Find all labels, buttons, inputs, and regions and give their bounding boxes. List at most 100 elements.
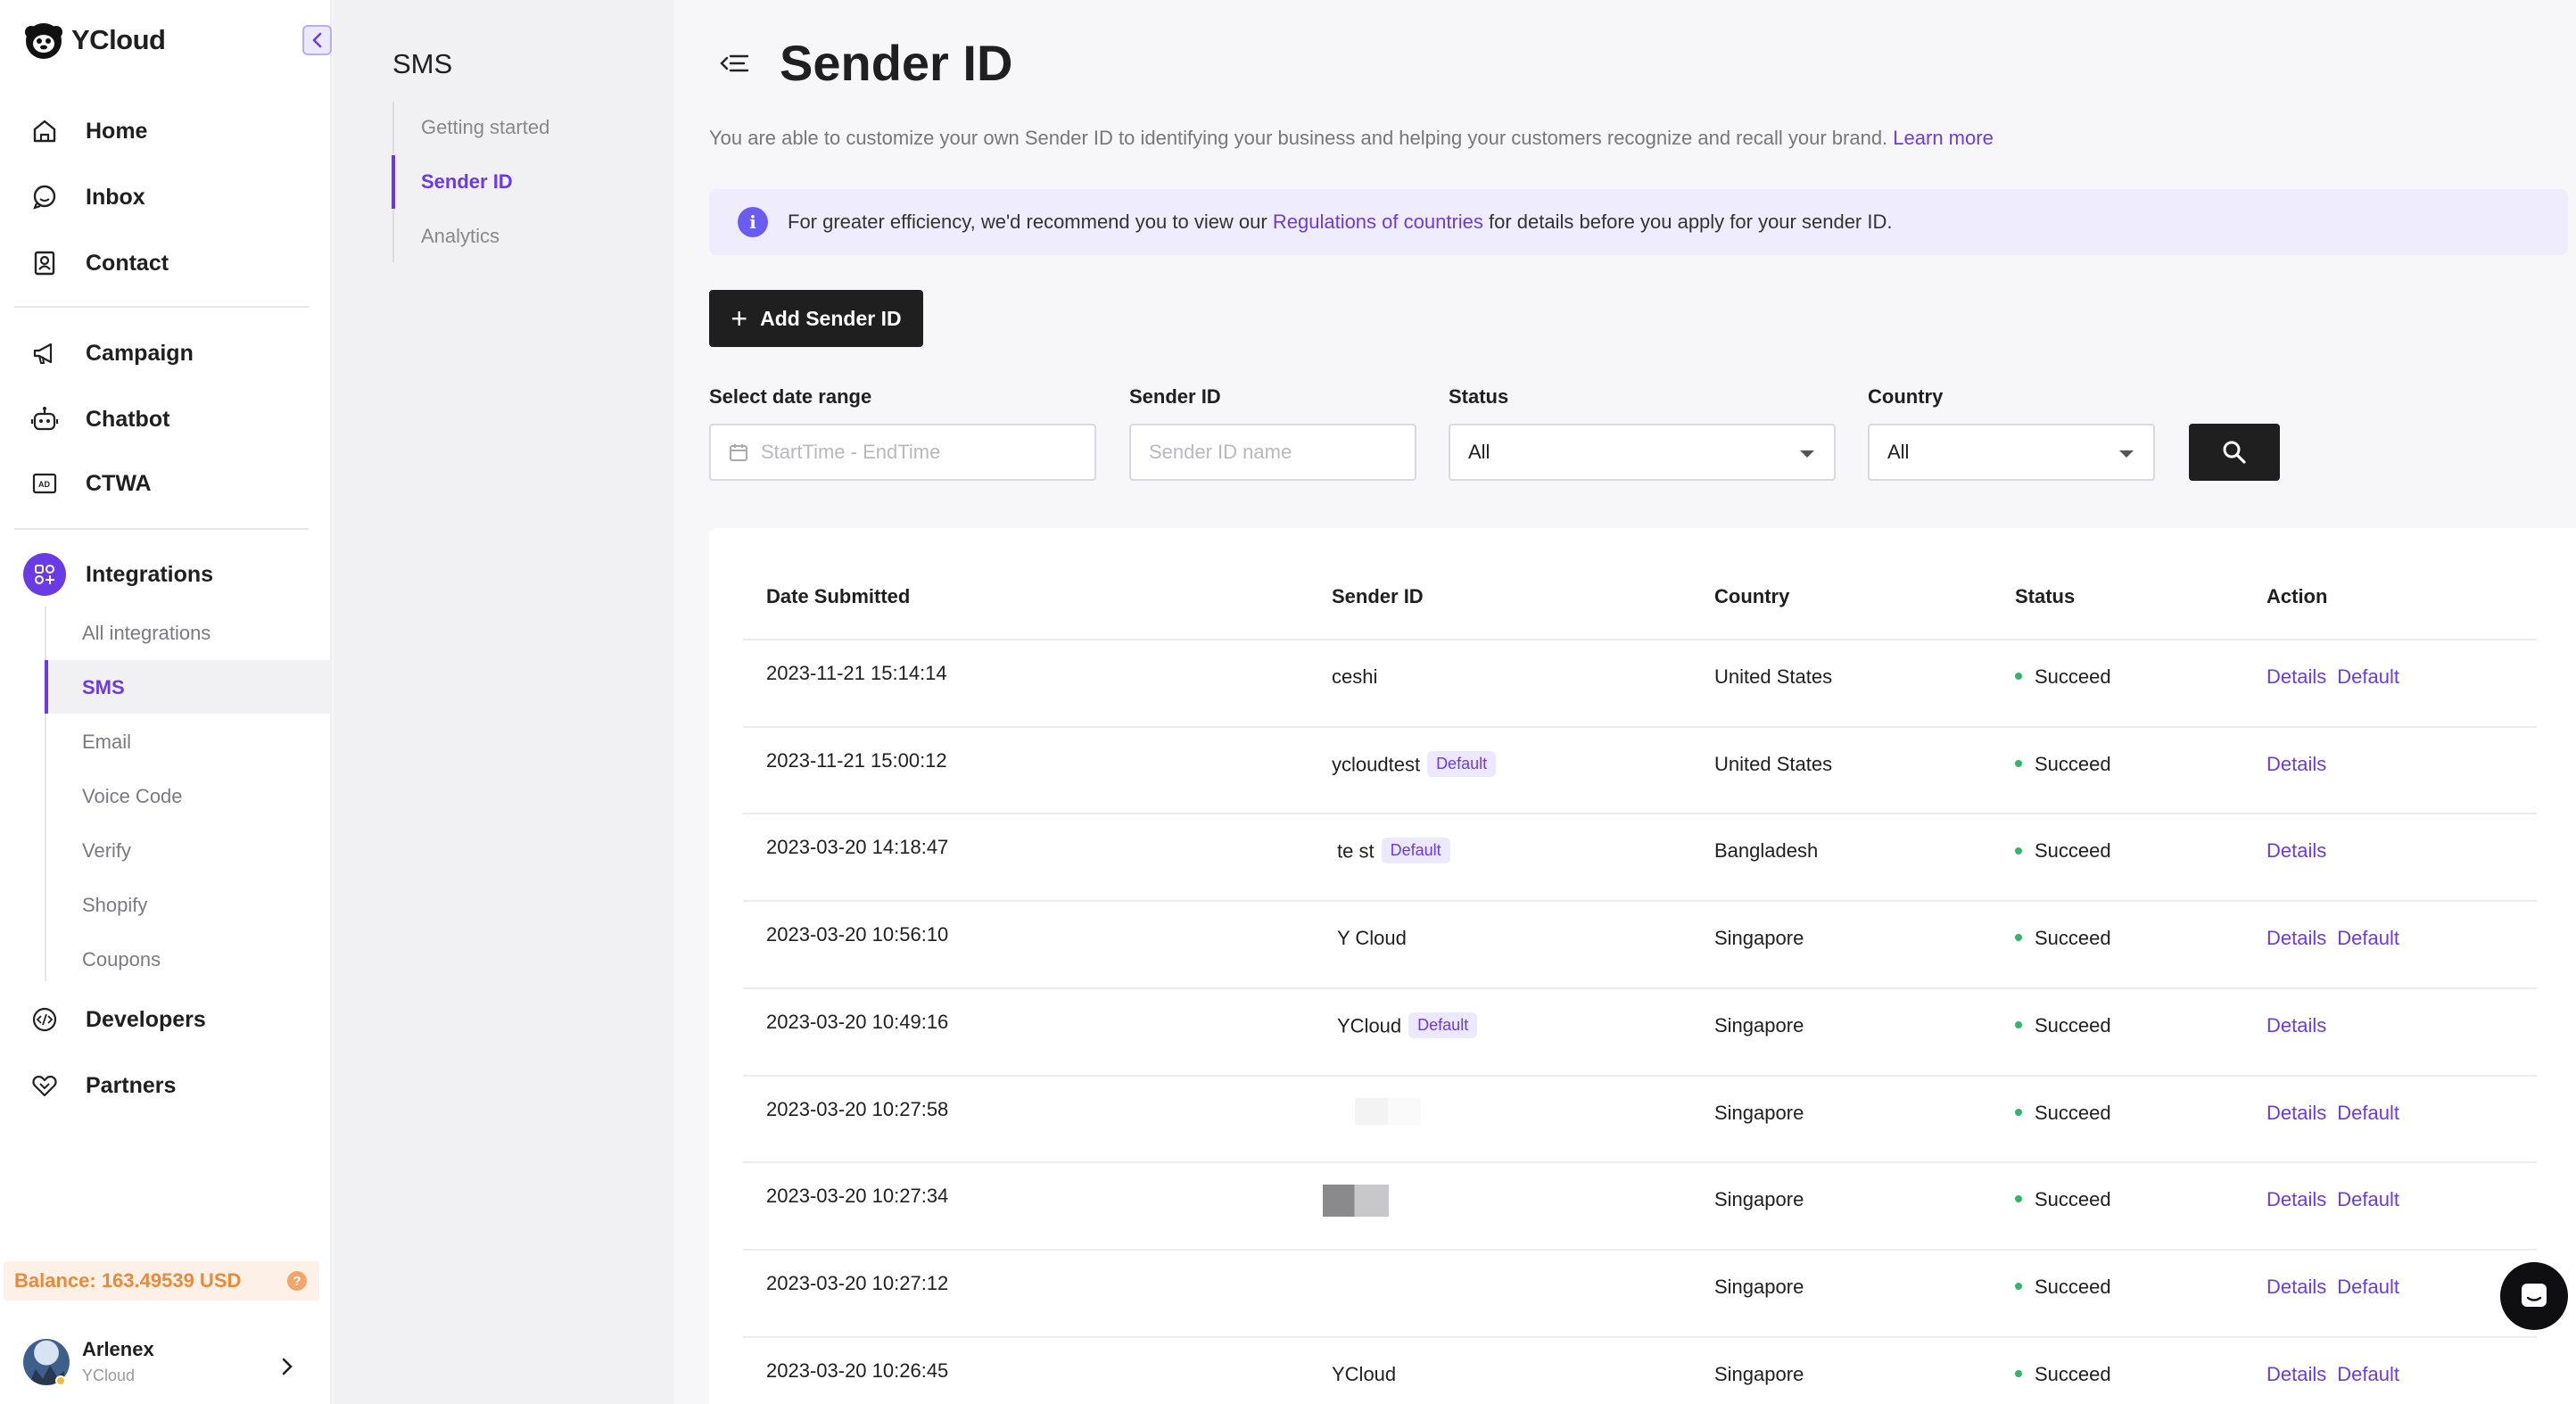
nav-home[interactable]: Home <box>29 109 147 153</box>
notice-prefix: For greater efficiency, we'd recommend y… <box>788 211 1267 233</box>
cell-actions: Details <box>2266 753 2337 776</box>
details-link[interactable]: Details <box>2266 1188 2326 1210</box>
set-default-link[interactable]: Default <box>2337 665 2399 688</box>
status-dot <box>2015 934 2022 942</box>
subitem-sms[interactable]: SMS <box>82 670 125 706</box>
status-dot <box>2015 673 2022 681</box>
row-divider <box>743 900 2537 903</box>
sms-menu-getting-started[interactable]: Getting started <box>421 116 549 139</box>
ycloud-logo[interactable]: YCloud <box>23 20 166 61</box>
details-link[interactable]: Details <box>2266 1014 2326 1036</box>
subitem-shopify[interactable]: Shopify <box>82 888 147 923</box>
nav-campaign[interactable]: Campaign <box>29 331 194 376</box>
subitem-all-integrations[interactable]: All integrations <box>82 615 211 651</box>
nav-developers[interactable]: Developers <box>29 997 206 1042</box>
caret-down-icon <box>1800 450 1814 458</box>
status-text: Succeed <box>2035 1362 2111 1385</box>
account-balance[interactable]: Balance: 163.49539 USD ? <box>4 1261 319 1301</box>
sms-menu-sender-id[interactable]: Sender ID <box>421 170 513 194</box>
subitem-verify[interactable]: Verify <box>82 833 131 869</box>
collapse-sidebar-button[interactable] <box>302 25 332 55</box>
learn-more-link[interactable]: Learn more <box>1893 127 1994 149</box>
set-default-link[interactable]: Default <box>2337 1188 2399 1210</box>
nav-partners[interactable]: Partners <box>29 1063 176 1108</box>
nav-chatbot[interactable]: Chatbot <box>29 397 169 442</box>
nav-divider <box>14 528 309 530</box>
chat-bubble-icon <box>29 181 61 213</box>
calendar-icon <box>730 444 747 461</box>
cell-country: Singapore <box>1714 1362 1804 1385</box>
support-chat-button[interactable] <box>2500 1262 2568 1330</box>
chevron-right-icon[interactable] <box>278 1356 296 1377</box>
nav-inbox[interactable]: Inbox <box>29 175 145 219</box>
details-link[interactable]: Details <box>2266 1276 2326 1298</box>
cell-date-submitted: 2023-11-21 15:14:14 <box>766 662 947 684</box>
subitem-email[interactable]: Email <box>82 724 131 760</box>
collapse-menu-icon[interactable] <box>719 50 751 77</box>
default-badge: Default <box>1427 750 1497 777</box>
status-dot <box>2015 1283 2022 1291</box>
cell-date-submitted: 2023-03-20 10:27:34 <box>766 1185 949 1208</box>
subitem-voice-code[interactable]: Voice Code <box>82 779 183 814</box>
details-link[interactable]: Details <box>2266 753 2326 775</box>
nav-campaign-label: Campaign <box>86 340 194 366</box>
set-default-link[interactable]: Default <box>2337 1102 2399 1124</box>
details-link[interactable]: Details <box>2266 1363 2326 1385</box>
cell-country: Singapore <box>1714 1275 1804 1298</box>
row-divider <box>743 1248 2537 1251</box>
sender-id-input[interactable]: Sender ID name <box>1129 424 1416 481</box>
nav-ctwa-label: CTWA <box>86 470 152 496</box>
help-icon[interactable]: ? <box>287 1271 307 1291</box>
nav-developers-label: Developers <box>86 1006 206 1032</box>
status-select-value: All <box>1468 441 1490 463</box>
date-range-picker[interactable]: StartTime - EndTime <box>709 424 1096 481</box>
set-default-link[interactable]: Default <box>2337 1276 2399 1298</box>
redacted-sender-id <box>1323 1185 1389 1218</box>
details-link[interactable]: Details <box>2266 927 2326 949</box>
nav-chatbot-label: Chatbot <box>86 406 170 432</box>
regulations-link[interactable]: Regulations of countries <box>1273 211 1483 234</box>
status-text: Succeed <box>2035 665 2111 688</box>
status-text: Succeed <box>2035 1188 2111 1211</box>
cell-date-submitted: 2023-11-21 15:00:12 <box>766 748 947 772</box>
sender-id-text: YCloud <box>1337 1014 1402 1037</box>
details-link[interactable]: Details <box>2266 839 2326 862</box>
regulations-notice: i For greater efficiency, we'd recommend… <box>709 189 2568 255</box>
nav-ctwa[interactable]: AD CTWA <box>29 461 152 506</box>
megaphone-icon <box>29 337 61 369</box>
status-text: Succeed <box>2035 1101 2111 1124</box>
add-sender-id-label: Add Sender ID <box>760 306 902 330</box>
cell-status: Succeed <box>2015 1363 2111 1386</box>
status-select[interactable]: All <box>1449 424 1836 481</box>
search-button[interactable] <box>2189 424 2280 481</box>
sms-menu-title: SMS <box>392 48 453 79</box>
chat-icon <box>2522 1284 2547 1307</box>
status-text: Succeed <box>2035 927 2111 950</box>
col-status: Status <box>2015 585 2076 607</box>
user-profile[interactable]: Arlenex YCloud <box>23 1338 154 1385</box>
details-link[interactable]: Details <box>2266 1102 2326 1124</box>
sms-submenu: SMS Getting started Sender ID Analytics <box>334 0 674 1404</box>
status-dot <box>2015 1369 2022 1377</box>
row-divider <box>743 725 2537 728</box>
sms-menu-analytics[interactable]: Analytics <box>421 225 500 248</box>
status-text: Succeed <box>2035 839 2111 863</box>
country-select[interactable]: All <box>1868 424 2155 481</box>
code-icon <box>29 1003 61 1036</box>
info-icon: i <box>738 207 768 237</box>
nav-contact[interactable]: Contact <box>29 241 169 285</box>
cell-status: Succeed <box>2015 1276 2111 1299</box>
cell-actions: Details Default <box>2266 1363 2410 1386</box>
default-badge: Default <box>1408 1012 1478 1038</box>
details-link[interactable]: Details <box>2266 665 2326 688</box>
set-default-link[interactable]: Default <box>2337 1363 2399 1385</box>
set-default-link[interactable]: Default <box>2337 927 2399 949</box>
cell-status: Succeed <box>2015 753 2111 776</box>
cell-sender-id: te st Default <box>1337 838 1450 865</box>
caret-down-icon <box>2119 450 2134 458</box>
sender-id-placeholder: Sender ID name <box>1149 441 1292 463</box>
subitem-coupons[interactable]: Coupons <box>82 942 161 978</box>
active-subitem-indicator <box>45 660 48 714</box>
nav-integrations[interactable]: Integrations <box>23 552 213 597</box>
add-sender-id-button[interactable]: + Add Sender ID <box>709 290 923 347</box>
